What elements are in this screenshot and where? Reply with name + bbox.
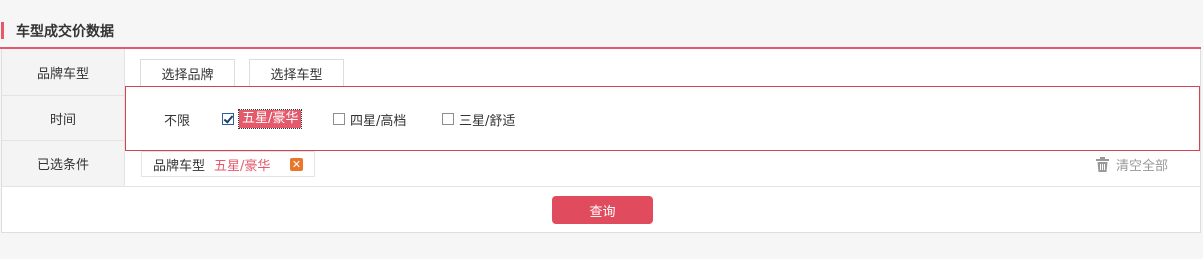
chip-value: 五星/豪华 — [214, 158, 271, 174]
selected-condition-chip: 品牌车型 五星/豪华 ✕ — [141, 151, 315, 177]
time-options-box: 不限 五星/豪华 四星/高档 三星/舒适 — [125, 86, 1200, 151]
checkbox-three-star[interactable] — [442, 113, 454, 125]
trash-icon — [1096, 156, 1109, 172]
time-option-unlimited-label: 不限 — [164, 113, 191, 129]
filter-label-selected: 已选条件 — [2, 141, 125, 186]
query-button[interactable]: 查询 — [552, 196, 653, 224]
time-option-three-star[interactable]: 三星/舒适 — [442, 109, 515, 129]
chip-remove-icon[interactable]: ✕ — [290, 158, 303, 171]
filter-label-time: 时间 — [2, 96, 125, 140]
time-option-unlimited[interactable]: 不限 — [164, 109, 190, 129]
section-header: 车型成交价数据 — [0, 18, 1201, 49]
filter-label-brand-model: 品牌车型 — [2, 49, 125, 95]
time-option-three-star-label: 三星/舒适 — [459, 113, 516, 129]
section-accent-bar — [1, 22, 4, 39]
time-option-four-star[interactable]: 四星/高档 — [333, 109, 406, 129]
chip-category: 品牌车型 — [153, 158, 206, 174]
time-option-five-star-label: 五星/豪华 — [237, 109, 303, 129]
checkbox-five-star[interactable] — [222, 113, 234, 125]
time-option-five-star[interactable]: 五星/豪华 — [222, 109, 303, 129]
checkbox-four-star[interactable] — [333, 113, 345, 125]
clear-all-label: 清空全部 — [1116, 158, 1169, 174]
clear-all-button[interactable]: 清空全部 — [1096, 155, 1169, 174]
tab-select-brand[interactable]: 选择品牌 — [140, 59, 235, 86]
tab-select-model[interactable]: 选择车型 — [249, 59, 344, 86]
time-option-four-star-label: 四星/高档 — [350, 113, 407, 129]
section-title: 车型成交价数据 — [16, 24, 114, 40]
